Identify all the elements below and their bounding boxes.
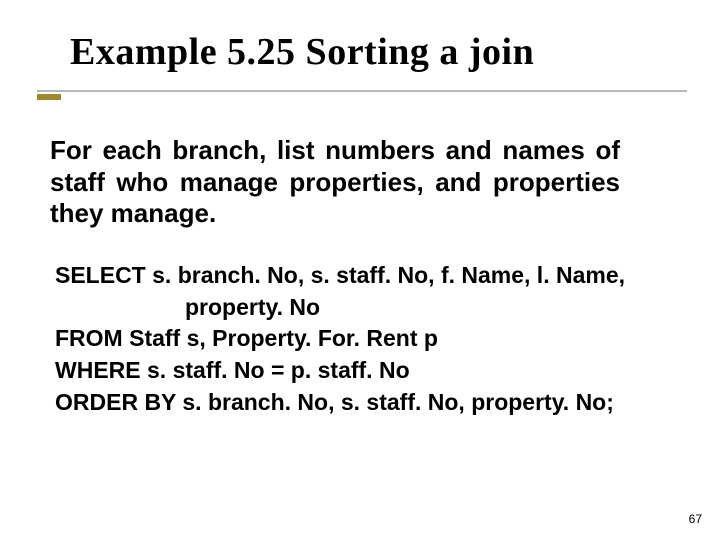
sql-where-line: WHERE s. staff. No = p. staff. No <box>55 355 655 387</box>
sql-block: SELECT s. branch. No, s. staff. No, f. N… <box>55 260 655 419</box>
problem-statement: For each branch, list numbers and names … <box>50 135 620 230</box>
page-number: 67 <box>689 512 702 526</box>
sql-select-line: SELECT s. branch. No, s. staff. No, f. N… <box>55 260 655 292</box>
sql-select-continuation: property. No <box>55 292 655 324</box>
sql-from-line: FROM Staff s, Property. For. Rent p <box>55 323 655 355</box>
slide-title: Example 5.25 Sorting a join <box>70 30 534 74</box>
slide: Example 5.25 Sorting a join For each bra… <box>0 0 720 540</box>
title-accent-marker <box>37 94 61 100</box>
title-underline <box>37 90 687 92</box>
sql-orderby-line: ORDER BY s. branch. No, s. staff. No, pr… <box>55 387 655 419</box>
